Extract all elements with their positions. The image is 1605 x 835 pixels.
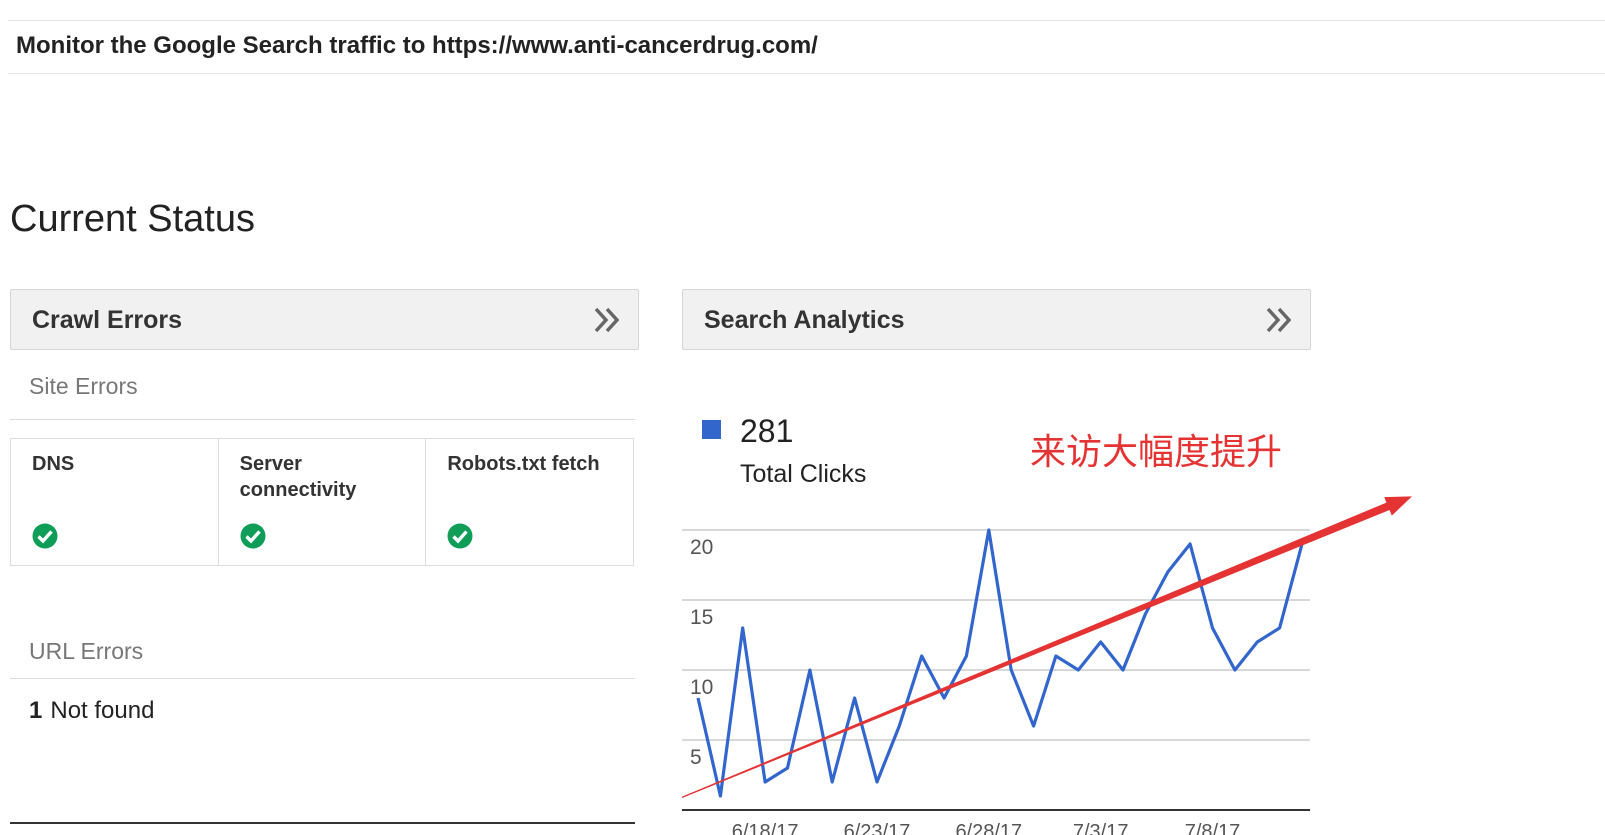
crawl-errors-title: Crawl Errors [32,306,183,334]
double-chevron-right-icon[interactable] [1264,304,1296,336]
total-clicks-value: 281 [740,413,794,449]
dns-label: DNS [32,453,75,475]
monitor-heading: Monitor the Google Search traffic to htt… [16,32,818,59]
not-found-label: Not found [50,697,155,724]
server-connectivity-label: Server connectivity [239,453,357,501]
page-title: Current Status [10,198,255,240]
site-errors-label: Site Errors [29,373,138,399]
x-tick-label: 6/28/17 [955,821,1022,835]
url-errors-label: URL Errors [29,638,144,664]
check-circle-icon [32,523,58,549]
check-circle-icon [240,523,266,549]
x-tick-label: 6/23/17 [844,821,911,835]
site-errors-table: DNS Server connectivity Robots.txt fetch [10,438,634,566]
server-connectivity-cell[interactable]: Server connectivity [217,439,426,565]
x-tick-label: 6/18/17 [732,821,799,835]
double-chevron-right-icon[interactable] [592,304,624,336]
clicks-chart: 5 10 15 20 6/18/17 6/23/17 6/28/17 7/3/17 7/8/17 [681,496,1412,835]
traffic-annotation: 来访大幅度提升 [1030,432,1283,473]
y-tick-label: 5 [690,746,702,769]
top-divider [8,20,1605,21]
y-tick-label: 20 [690,536,713,559]
legend-swatch [702,420,721,439]
trend-arrow [681,496,1412,798]
search-analytics-title: Search Analytics [704,306,905,334]
monitor-divider [8,73,1605,74]
y-tick-label: 15 [690,606,713,629]
not-found-count: 1 [29,697,43,724]
dns-status-cell[interactable]: DNS [11,439,218,565]
check-circle-icon [447,523,473,549]
url-errors-divider [10,678,635,679]
y-tick-label: 10 [690,676,713,699]
not-found-row[interactable]: 1 Not found [29,697,154,725]
robots-fetch-label: Robots.txt fetch [447,453,600,475]
site-errors-divider [10,419,635,420]
total-clicks-series-line [696,528,1304,798]
x-tick-label: 7/3/17 [1073,821,1129,835]
crawl-errors-header[interactable]: Crawl Errors [10,289,639,350]
card-bottom-divider [10,822,635,824]
robots-fetch-cell[interactable]: Robots.txt fetch [425,439,633,565]
x-tick-label: 7/8/17 [1185,821,1241,835]
search-analytics-header[interactable]: Search Analytics [682,289,1311,350]
total-clicks-label: Total Clicks [740,460,867,488]
